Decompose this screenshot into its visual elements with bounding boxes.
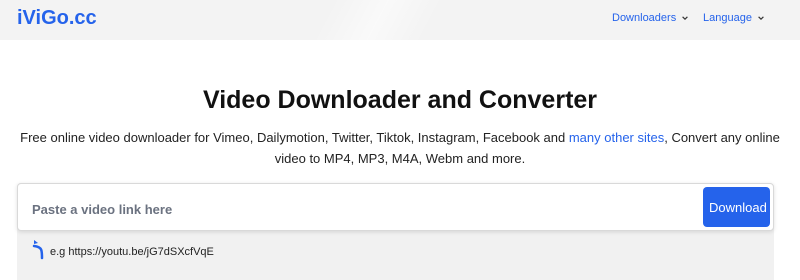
example-hint: e.g https://youtu.be/jG7dSXcfVqE bbox=[30, 238, 214, 260]
arrow-up-curved-icon bbox=[32, 240, 44, 260]
example-url: e.g https://youtu.be/jG7dSXcfVqE bbox=[50, 246, 214, 258]
video-link-input[interactable] bbox=[30, 193, 694, 225]
page-title: Video Downloader and Converter bbox=[202, 86, 598, 114]
navbar-decoration bbox=[296, 0, 454, 40]
chevron-down-icon bbox=[682, 16, 689, 21]
page-subtitle: Free online video downloader for Vimeo, … bbox=[20, 127, 780, 169]
site-logo[interactable]: iViGo.cc bbox=[17, 7, 97, 30]
many-other-sites-link[interactable]: many other sites bbox=[569, 130, 664, 145]
nav-language-menu[interactable]: Language bbox=[703, 12, 765, 24]
chevron-down-icon bbox=[758, 16, 764, 21]
search-box: Download bbox=[17, 183, 774, 231]
nav-downloaders-label: Downloaders bbox=[612, 12, 677, 24]
nav-downloaders-menu[interactable]: Downloaders bbox=[612, 12, 689, 24]
download-button[interactable]: Download bbox=[703, 187, 770, 227]
nav-language-label: Language bbox=[703, 12, 752, 24]
subtitle-text-start: Free online video downloader for Vimeo, … bbox=[20, 130, 569, 145]
navbar: iViGo.cc Downloaders Language bbox=[0, 0, 800, 40]
